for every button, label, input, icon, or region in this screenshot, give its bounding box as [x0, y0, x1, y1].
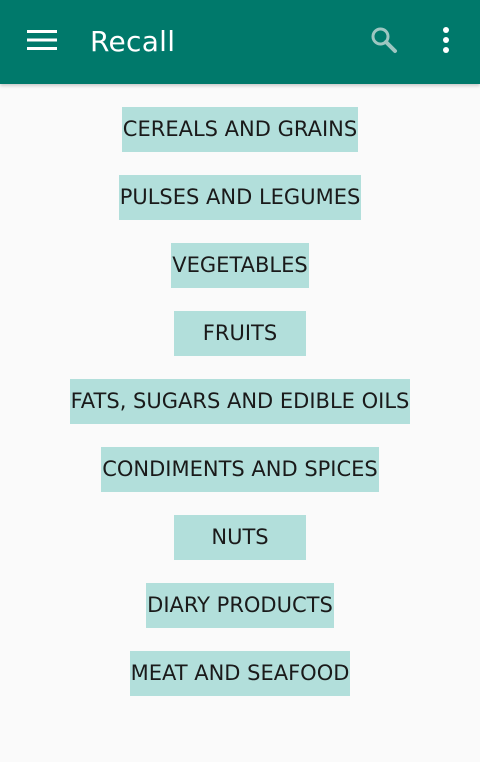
app-bar: Recall	[0, 0, 480, 84]
category-row: MEAT AND SEAFOOD	[0, 651, 480, 719]
menu-button[interactable]	[20, 22, 64, 62]
category-row: FRUITS	[0, 311, 480, 379]
category-button-pulses-and-legumes[interactable]: PULSES AND LEGUMES	[118, 175, 362, 220]
more-vert-icon	[442, 26, 450, 58]
category-row: DIARY PRODUCTS	[0, 583, 480, 651]
category-list: CEREALS AND GRAINS PULSES AND LEGUMES VE…	[0, 107, 480, 719]
category-row: FATS, SUGARS AND EDIBLE OILS	[0, 379, 480, 447]
category-row: CEREALS AND GRAINS	[0, 107, 480, 175]
category-button-condiments-and-spices[interactable]: CONDIMENTS AND SPICES	[101, 447, 379, 492]
category-row: VEGETABLES	[0, 243, 480, 311]
search-icon	[370, 26, 398, 58]
category-button-fruits[interactable]: FRUITS	[173, 311, 307, 356]
overflow-menu-button[interactable]	[428, 22, 464, 62]
category-row: CONDIMENTS AND SPICES	[0, 447, 480, 515]
category-button-nuts[interactable]: NUTS	[174, 515, 306, 560]
category-row: NUTS	[0, 515, 480, 583]
app-title: Recall	[90, 25, 176, 58]
category-row: PULSES AND LEGUMES	[0, 175, 480, 243]
hamburger-menu-icon	[27, 29, 57, 55]
category-button-meat-and-seafood[interactable]: MEAT AND SEAFOOD	[129, 651, 351, 696]
category-button-fats-sugars-and-edible-oils[interactable]: FATS, SUGARS AND EDIBLE OILS	[69, 379, 411, 424]
category-button-vegetables[interactable]: VEGETABLES	[171, 243, 309, 288]
search-button[interactable]	[364, 22, 404, 62]
category-button-diary-products[interactable]: DIARY PRODUCTS	[146, 583, 334, 628]
category-button-cereals-and-grains[interactable]: CEREALS AND GRAINS	[121, 107, 359, 152]
